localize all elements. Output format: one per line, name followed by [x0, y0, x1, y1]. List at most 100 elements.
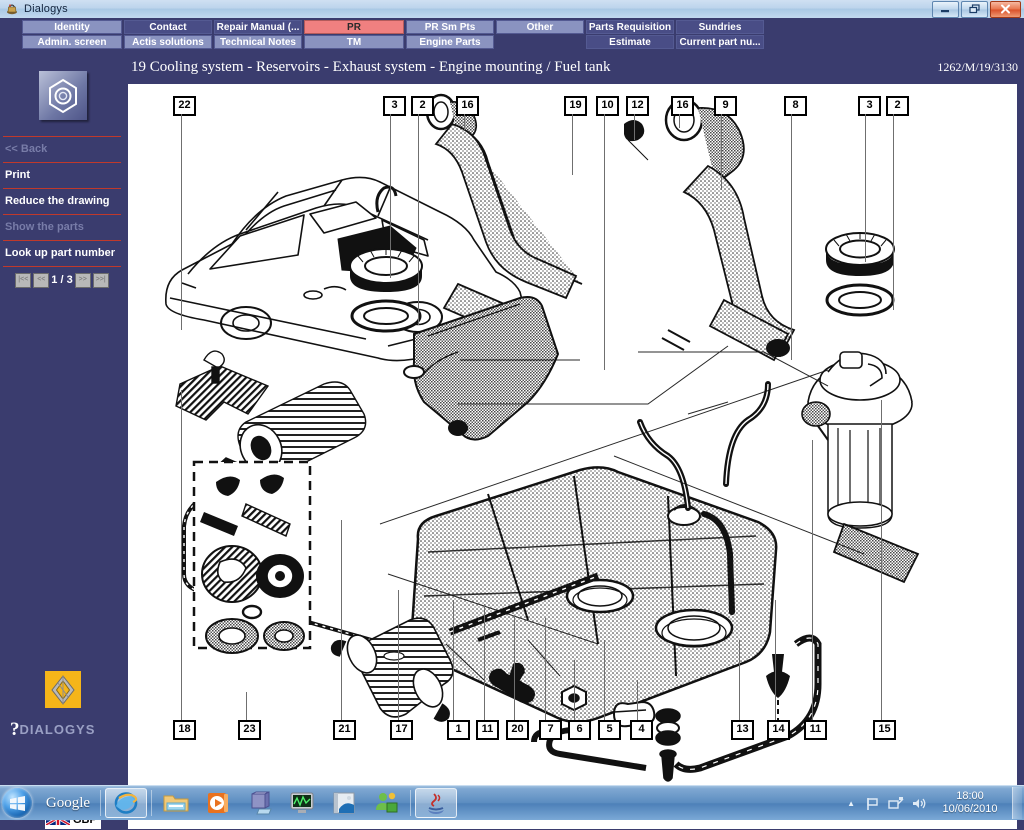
sidebar-item-look-up-part-number[interactable]: Look up part number: [3, 241, 121, 266]
start-button[interactable]: [2, 788, 32, 818]
minimize-button[interactable]: [932, 1, 959, 18]
exhaust-rear-section: [624, 100, 794, 360]
pagination-last-button[interactable]: >>|: [93, 273, 109, 288]
menu-tab-parts-requisition[interactable]: Parts Requisition: [586, 20, 674, 34]
repair-kit-box: [194, 462, 310, 653]
menu-tab-actis-solutions[interactable]: Actis solutions: [124, 35, 212, 49]
callout-3[interactable]: 3: [858, 96, 881, 116]
volume-icon[interactable]: [910, 795, 927, 812]
menu-tab-repair-manual[interactable]: Repair Manual (...: [214, 20, 302, 34]
menu-tab-engine-parts[interactable]: Engine Parts: [406, 35, 494, 49]
taskbar-computer-icon[interactable]: [240, 789, 280, 817]
callout-leader-line: [418, 114, 419, 325]
taskbar-windows-explorer-icon[interactable]: [156, 789, 196, 817]
callout-7[interactable]: 7: [539, 720, 562, 740]
menu-tab-technical-notes[interactable]: Technical Notes: [214, 35, 302, 49]
callout-16[interactable]: 16: [456, 96, 479, 116]
sidebar-item-reduce-drawing[interactable]: Reduce the drawing: [3, 189, 121, 214]
callout-leader-line: [679, 114, 680, 128]
restore-button[interactable]: [961, 1, 988, 18]
sidebar-item-back[interactable]: << Back: [3, 137, 121, 162]
taskbar-users-network-icon[interactable]: [366, 789, 406, 817]
callout-leader-line: [181, 114, 182, 330]
menu-tab-estimate[interactable]: Estimate: [586, 35, 674, 49]
taskbar-document-image-icon[interactable]: [324, 789, 364, 817]
application-window: Dialogys Identity Contact Repair Manu: [0, 0, 1024, 819]
renault-diamond-logo-icon: [45, 671, 81, 708]
menu-tab-identity[interactable]: Identity: [22, 20, 122, 34]
network-icon[interactable]: [887, 795, 904, 812]
callout-22[interactable]: 22: [173, 96, 196, 116]
taskbar-java-icon[interactable]: [415, 788, 457, 818]
callout-9[interactable]: 9: [714, 96, 737, 116]
dialogys-wordmark: DIALOGYS: [20, 722, 96, 737]
callout-leader-line: [514, 616, 515, 720]
pagination-prev-button[interactable]: <<: [33, 273, 49, 288]
drawing-panel: 19 Cooling system - Reservoirs - Exhaust…: [125, 51, 1024, 785]
callout-20[interactable]: 20: [506, 720, 529, 740]
callout-2[interactable]: 2: [411, 96, 434, 116]
clock[interactable]: 18:00 10/06/2010: [934, 790, 1006, 816]
callout-leader-line: [604, 114, 605, 370]
callout-leader-line: [865, 114, 866, 262]
taskbar-media-player-icon[interactable]: [198, 789, 238, 817]
menu-tab-admin-screen[interactable]: Admin. screen: [22, 35, 122, 49]
menu-tab-pr[interactable]: PR: [304, 20, 404, 34]
menu-row-primary: Identity Contact Repair Manual (... PR P…: [22, 20, 766, 34]
callout-leader-line: [390, 114, 391, 278]
menu-tab-contact[interactable]: Contact: [124, 20, 212, 34]
callout-12[interactable]: 12: [626, 96, 649, 116]
taskbar-monitor-chart-icon[interactable]: [282, 789, 322, 817]
callout-6[interactable]: 6: [568, 720, 591, 740]
callout-15[interactable]: 15: [873, 720, 896, 740]
technical-drawing-canvas[interactable]: 223216191012169832 182321171112076541314…: [128, 84, 1017, 829]
menu-tab-pr-sm-pts[interactable]: PR Sm Pts: [406, 20, 494, 34]
fuel-pump-sender-unit: [802, 232, 918, 582]
pagination-next-button[interactable]: >>: [75, 273, 91, 288]
google-toolbar-button[interactable]: Google: [39, 791, 97, 815]
callout-leader-line: [398, 590, 399, 720]
callout-leader-line: [634, 114, 635, 140]
callout-17[interactable]: 17: [390, 720, 413, 740]
callout-19[interactable]: 19: [564, 96, 587, 116]
callout-11[interactable]: 11: [804, 720, 827, 740]
callout-leader-line: [637, 680, 638, 720]
sidebar-item-show-parts[interactable]: Show the parts: [3, 215, 121, 240]
taskbar-internet-explorer-icon[interactable]: [105, 788, 147, 818]
question-mark-icon: ?: [10, 720, 20, 739]
flag-action-center-icon[interactable]: [864, 795, 881, 812]
callout-11[interactable]: 11: [476, 720, 499, 740]
pagination-first-button[interactable]: |<<: [15, 273, 31, 288]
window-title: Dialogys: [24, 3, 68, 15]
callout-leader-line: [739, 640, 740, 720]
callout-1[interactable]: 1: [447, 720, 470, 740]
callout-leader-line: [721, 114, 722, 190]
close-button[interactable]: [990, 1, 1021, 18]
callout-3[interactable]: 3: [383, 96, 406, 116]
dialogys-app-icon: [5, 2, 19, 16]
menu-tab-current-part-number[interactable]: Current part nu...: [676, 35, 764, 49]
callout-leader-line: [181, 390, 182, 720]
windows-taskbar: Google: [0, 785, 1024, 820]
sidebar-item-print[interactable]: Print: [3, 163, 121, 188]
show-desktop-button[interactable]: [1012, 787, 1022, 819]
callout-5[interactable]: 5: [598, 720, 621, 740]
callout-4[interactable]: 4: [630, 720, 653, 740]
callout-10[interactable]: 10: [596, 96, 619, 116]
callout-23[interactable]: 23: [238, 720, 261, 740]
callout-18[interactable]: 18: [173, 720, 196, 740]
callout-8[interactable]: 8: [784, 96, 807, 116]
menu-tab-tm[interactable]: TM: [304, 35, 404, 49]
fuel-tank: [412, 467, 776, 722]
menu-tab-sundries[interactable]: Sundries: [676, 20, 764, 34]
callout-14[interactable]: 14: [767, 720, 790, 740]
callout-leader-line: [341, 520, 342, 720]
callout-13[interactable]: 13: [731, 720, 754, 740]
tray-expand-icon[interactable]: ▲: [847, 799, 855, 808]
menu-tab-other[interactable]: Other: [496, 20, 584, 34]
system-tray: ▲: [841, 786, 1024, 820]
callout-16[interactable]: 16: [671, 96, 694, 116]
callout-21[interactable]: 21: [333, 720, 356, 740]
taskbar-separator: [100, 790, 101, 816]
callout-2[interactable]: 2: [886, 96, 909, 116]
